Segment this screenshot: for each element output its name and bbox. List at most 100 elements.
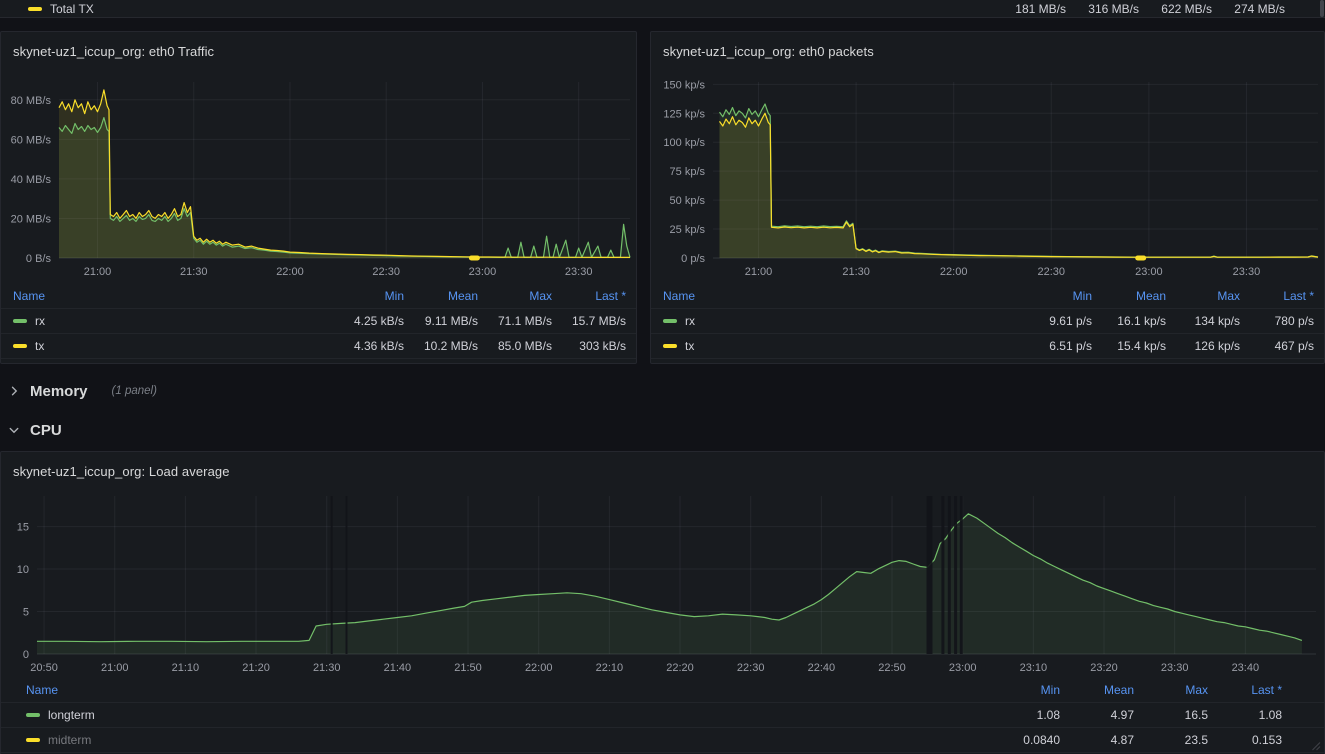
legend-stat-value: 622 MB/s: [1161, 1, 1212, 16]
series-label: longterm: [48, 708, 95, 722]
legend-header-name[interactable]: Name: [26, 683, 58, 697]
legend-header-name[interactable]: Name: [663, 289, 695, 303]
packets-chart[interactable]: 21:00 21:30 22:00 22:30 23:00 23:30 0 p/s 25 kp…: [651, 70, 1324, 284]
series-color-dash: [13, 344, 27, 348]
svg-text:23:00: 23:00: [1135, 266, 1163, 278]
svg-text:23:30: 23:30: [565, 266, 593, 278]
panel-title-load-average[interactable]: skynet-uz1_iccup_org: Load average: [13, 464, 230, 479]
legend-header-max[interactable]: Max: [478, 289, 552, 303]
series-toggle-tx[interactable]: tx: [663, 339, 1018, 353]
legend-stat-value: 16.5: [1184, 708, 1208, 722]
row-title-memory: Memory: [30, 382, 88, 400]
series-color-dash: [26, 713, 40, 717]
series-toggle-total-tx[interactable]: Total TX: [28, 2, 993, 16]
svg-text:60 MB/s: 60 MB/s: [11, 134, 52, 146]
series-toggle-midterm[interactable]: midterm: [26, 733, 986, 747]
series-label: Total TX: [50, 1, 94, 16]
legend-header-min[interactable]: Min: [1018, 289, 1092, 303]
panel-load-average: skynet-uz1_iccup_org: Load average 20:50…: [0, 451, 1325, 754]
legend-row-rx: rx 4.25 kB/s 9.11 MB/s 71.1 MB/s 15.7 MB/s: [1, 309, 636, 334]
svg-text:15: 15: [17, 522, 29, 534]
svg-text:22:00: 22:00: [940, 266, 968, 278]
panel-title-traffic[interactable]: skynet-uz1_iccup_org: eth0 Traffic: [13, 44, 214, 59]
legend-stat-value: 85.0 MB/s: [497, 339, 552, 353]
traffic-legend: Name Min Mean Max Last * rx 4.25 kB/s 9.11 MB/s…: [1, 284, 636, 359]
series-color-dash: [26, 738, 40, 742]
legend-stat-value: 780 p/s: [1274, 314, 1314, 328]
svg-text:22:00: 22:00: [276, 266, 304, 278]
series-color-dash: [13, 319, 27, 323]
packets-legend: Name Min Mean Max Last * rx 9.61 p/s 16.1 kp/s 1…: [651, 284, 1324, 359]
legend-header-mean[interactable]: Mean: [1060, 683, 1134, 697]
legend-stat-value: 4.87: [1110, 733, 1134, 747]
svg-text:23:30: 23:30: [1161, 662, 1189, 674]
svg-text:21:30: 21:30: [842, 266, 870, 278]
legend-header-last[interactable]: Last *: [1240, 289, 1314, 303]
legend-stat-value: 16.1 kp/s: [1117, 314, 1166, 328]
panel-eth0-packets: skynet-uz1_iccup_org: eth0 packets 21:00…: [650, 31, 1325, 364]
legend-stat-value: 4.97: [1110, 708, 1134, 722]
series-toggle-longterm[interactable]: longterm: [26, 708, 986, 722]
series-label: tx: [685, 339, 695, 353]
svg-text:25 kp/s: 25 kp/s: [670, 224, 706, 236]
legend-stat-value: 274 MB/s: [1234, 1, 1285, 16]
load-average-chart[interactable]: 20:50 21:00 21:10 21:20 21:30 21:40 21:50 22:00…: [1, 490, 1324, 678]
series-toggle-rx[interactable]: rx: [663, 314, 1018, 328]
svg-text:23:00: 23:00: [949, 662, 977, 674]
svg-text:10: 10: [17, 564, 29, 576]
panel-header: skynet-uz1_iccup_org: Load average: [1, 452, 1324, 490]
row-title-cpu: CPU: [30, 421, 62, 439]
svg-text:21:20: 21:20: [242, 662, 270, 674]
legend-header-name[interactable]: Name: [13, 289, 45, 303]
legend-header-min[interactable]: Min: [330, 289, 404, 303]
legend-header-last[interactable]: Last *: [1208, 683, 1282, 697]
legend-header-mean[interactable]: Mean: [1092, 289, 1166, 303]
svg-text:21:00: 21:00: [84, 266, 112, 278]
panel-resize-handle[interactable]: [1311, 740, 1321, 754]
legend-header-row: Name Min Mean Max Last *: [1, 678, 1324, 703]
series-toggle-rx[interactable]: rx: [13, 314, 330, 328]
legend-header-row: Name Min Mean Max Last *: [651, 284, 1324, 309]
scrollbar-thumb[interactable]: [1320, 0, 1324, 17]
svg-text:50 kp/s: 50 kp/s: [670, 195, 706, 207]
svg-text:80 MB/s: 80 MB/s: [11, 95, 52, 107]
series-label: midterm: [48, 733, 92, 747]
svg-text:21:40: 21:40: [384, 662, 412, 674]
legend-stat-value: 134 kp/s: [1194, 314, 1240, 328]
svg-text:0 B/s: 0 B/s: [26, 253, 52, 265]
svg-text:20 MB/s: 20 MB/s: [11, 213, 52, 225]
legend-header-max[interactable]: Max: [1134, 683, 1208, 697]
panel-title-packets[interactable]: skynet-uz1_iccup_org: eth0 packets: [663, 44, 874, 59]
panel-header: skynet-uz1_iccup_org: eth0 Traffic: [1, 32, 636, 70]
svg-text:22:30: 22:30: [1038, 266, 1066, 278]
legend-header-min[interactable]: Min: [986, 683, 1060, 697]
svg-text:21:10: 21:10: [172, 662, 200, 674]
legend-header-mean[interactable]: Mean: [404, 289, 478, 303]
panel-eth0-traffic: skynet-uz1_iccup_org: eth0 Traffic 21:00…: [0, 31, 637, 364]
dashboard-row-memory[interactable]: Memory (1 panel): [0, 377, 1325, 405]
legend-row-longterm: longterm 1.08 4.97 16.5 1.08: [1, 703, 1324, 728]
series-label: rx: [685, 314, 695, 328]
svg-text:22:10: 22:10: [596, 662, 624, 674]
load-average-legend: Name Min Mean Max Last * longterm 1.08 4.97 16.5…: [1, 678, 1324, 753]
svg-text:40 MB/s: 40 MB/s: [11, 174, 52, 186]
legend-stat-value: 10.2 MB/s: [423, 339, 478, 353]
svg-text:22:30: 22:30: [737, 662, 765, 674]
legend-header-max[interactable]: Max: [1166, 289, 1240, 303]
legend-header-last[interactable]: Last *: [552, 289, 626, 303]
legend-row-rx: rx 9.61 p/s 16.1 kp/s 134 kp/s 780 p/s: [651, 309, 1324, 334]
legend-stat-value: 6.51 p/s: [1049, 339, 1092, 353]
total-tx-legend-strip: Total TX 181 MB/s 316 MB/s 622 MB/s 274 MB/…: [0, 0, 1325, 18]
legend-stat-value: 0.0840: [1023, 733, 1060, 747]
svg-text:22:20: 22:20: [666, 662, 694, 674]
chevron-down-icon: [8, 424, 20, 436]
dashboard-row-cpu[interactable]: CPU: [0, 415, 1325, 445]
series-toggle-tx[interactable]: tx: [13, 339, 330, 353]
legend-stat-value: 23.5: [1184, 733, 1208, 747]
svg-text:23:10: 23:10: [1020, 662, 1048, 674]
svg-text:21:30: 21:30: [313, 662, 341, 674]
svg-text:150 kp/s: 150 kp/s: [663, 79, 705, 91]
svg-text:21:00: 21:00: [745, 266, 773, 278]
traffic-chart[interactable]: 21:00 21:30 22:00 22:30 23:00 23:30 0 B/s 20 MB…: [1, 70, 636, 284]
legend-stat-value: 9.11 MB/s: [424, 314, 478, 328]
